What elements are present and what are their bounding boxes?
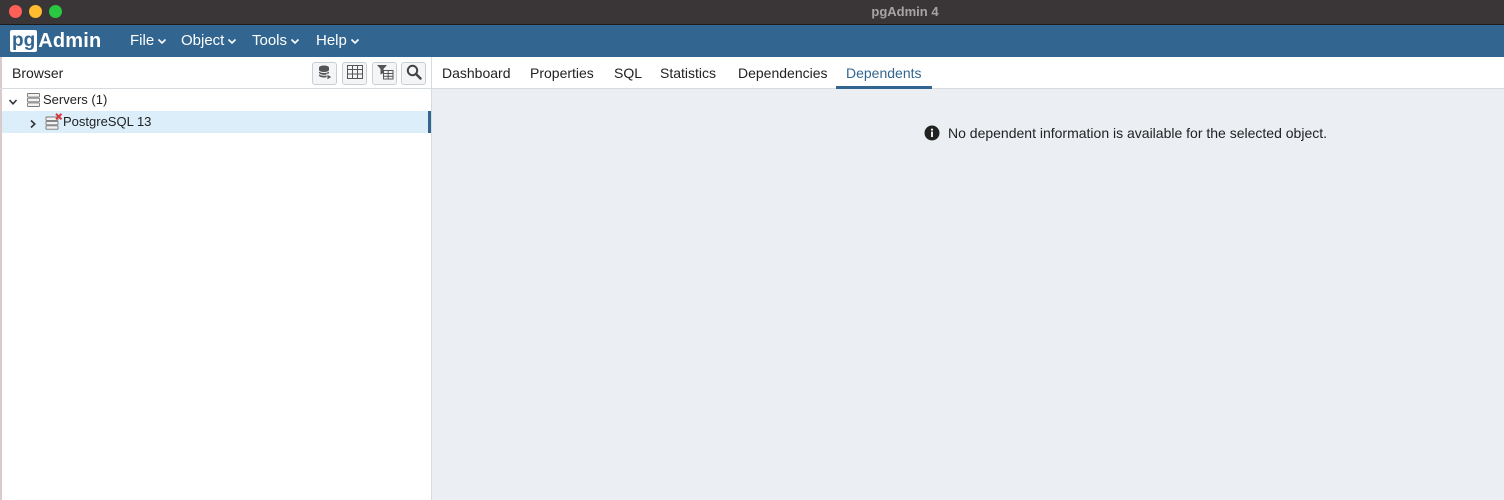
query-tool-button[interactable] — [312, 62, 337, 85]
chevron-down-icon — [350, 36, 360, 46]
window-titlebar: pgAdmin 4 — [0, 0, 1504, 25]
browser-title: Browser — [12, 65, 64, 81]
tree-node-servers[interactable]: Servers (1) — [2, 89, 431, 111]
query-tool-icon — [317, 64, 333, 83]
chevron-down-icon — [290, 36, 300, 46]
chevron-down-icon — [227, 36, 237, 46]
view-data-icon — [346, 65, 363, 82]
tree-node-postgresql-13[interactable]: PostgreSQL 13 — [2, 111, 431, 133]
object-tabs: Dashboard Properties SQL Statistics Depe… — [432, 57, 1504, 89]
chevron-right-icon[interactable] — [28, 117, 38, 129]
no-dependents-message: No dependent information is available fo… — [924, 125, 1327, 141]
chevron-down-icon[interactable] — [8, 95, 18, 105]
tab-sql[interactable]: SQL — [614, 57, 642, 89]
logo-admin-text: Admin — [38, 29, 102, 52]
menu-tools-label: Tools — [252, 32, 288, 49]
window-title: pgAdmin 4 — [871, 4, 939, 19]
search-objects-button[interactable] — [401, 62, 426, 85]
menu-tools[interactable]: Tools — [252, 32, 300, 49]
search-objects-icon — [406, 64, 422, 83]
info-circle-icon — [924, 125, 940, 141]
filtered-rows-button[interactable] — [372, 62, 397, 85]
tab-statistics[interactable]: Statistics — [660, 57, 716, 89]
browser-panel: Browser Servers (1) PostgreSQL 13 — [0, 57, 432, 500]
chevron-down-icon — [157, 36, 167, 46]
view-data-button[interactable] — [342, 62, 367, 85]
pgadmin-logo: pg Admin — [10, 28, 101, 54]
tab-dependents[interactable]: Dependents — [836, 57, 932, 89]
message-text: No dependent information is available fo… — [948, 125, 1328, 141]
tab-dependencies[interactable]: Dependencies — [738, 57, 828, 89]
server-disconnected-icon — [45, 113, 63, 130]
main-panel: Dashboard Properties SQL Statistics Depe… — [432, 57, 1504, 500]
tree-label-postgresql-13: PostgreSQL 13 — [63, 114, 152, 129]
tab-dashboard[interactable]: Dashboard — [442, 57, 511, 89]
menu-help-label: Help — [316, 32, 347, 49]
logo-pg-text: pg — [10, 30, 38, 52]
browser-header: Browser — [0, 57, 431, 89]
menu-object-label: Object — [181, 32, 225, 49]
server-group-icon — [26, 92, 42, 108]
menu-file[interactable]: File — [130, 32, 167, 49]
filtered-rows-icon — [376, 64, 394, 83]
tree-label-servers: Servers (1) — [43, 92, 108, 107]
menu-help[interactable]: Help — [316, 32, 360, 49]
tab-properties[interactable]: Properties — [530, 57, 594, 89]
app-menubar: pg Admin File Object Tools Help — [0, 25, 1504, 57]
menu-object[interactable]: Object — [181, 32, 237, 49]
menu-file-label: File — [130, 32, 155, 49]
